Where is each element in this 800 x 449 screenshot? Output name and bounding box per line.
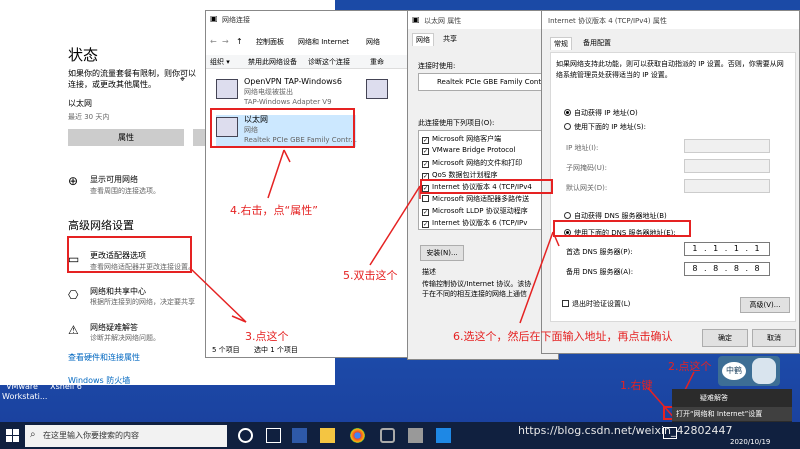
avatar	[752, 358, 776, 384]
taskbar-app-icon[interactable]	[408, 428, 423, 443]
watermark-text: https://blog.csdn.net/weixin_42802447	[518, 424, 733, 437]
open-network-settings-item[interactable]: 打开“网络和 Internet”设置	[672, 407, 792, 421]
task-view-icon[interactable]	[266, 428, 281, 443]
step-1-note: 1.右键	[620, 379, 653, 392]
powershell-icon[interactable]	[292, 428, 307, 443]
file-explorer-icon[interactable]	[320, 428, 335, 443]
troubleshoot-menu-item[interactable]: 疑难解答	[700, 393, 728, 403]
taskbar-search-input[interactable]: 在这里输入你要搜索的内容	[25, 425, 227, 447]
step-4-note: 4.右击，点“属性”	[230, 204, 318, 217]
step-6-note: 6.选这个，然后在下面输入地址，再点击确认	[453, 330, 673, 343]
badge-decoration: 中鹤	[718, 356, 780, 386]
search-icon: ⌕	[30, 429, 36, 440]
step-2-note: 2.点这个	[668, 360, 712, 373]
step-3-note: 3.点这个	[245, 330, 289, 343]
chrome-icon[interactable]	[350, 428, 365, 443]
badge-label: 中鹤	[722, 362, 746, 380]
taskbar-date: 2020/10/19	[730, 438, 771, 446]
annotation-arrows	[189, 149, 695, 421]
windows-start-icon[interactable]	[6, 429, 19, 442]
settings-gear-icon[interactable]	[380, 428, 395, 443]
cortana-icon[interactable]	[238, 428, 253, 443]
step-5-note: 5.双击这个	[343, 269, 398, 282]
tray-context-menu: 疑难解答 打开“网络和 Internet”设置	[672, 389, 792, 423]
network-app-icon[interactable]	[436, 428, 451, 443]
